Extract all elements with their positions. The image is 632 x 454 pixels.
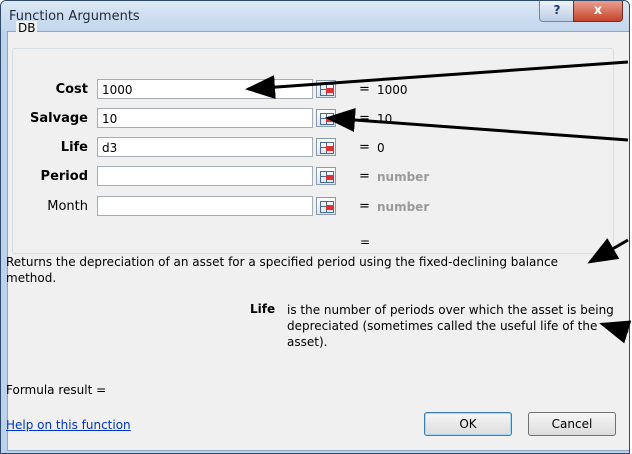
month-equals: = xyxy=(359,199,370,214)
life-equals: = xyxy=(359,140,370,155)
salvage-result: 10 xyxy=(377,112,393,126)
argument-help-text: is the number of periods over which the … xyxy=(287,303,614,349)
function-name-label: DB xyxy=(16,21,38,35)
period-equals: = xyxy=(359,169,370,184)
life-range-selector-button[interactable] xyxy=(316,138,336,156)
period-input[interactable] xyxy=(97,166,313,186)
month-result: number xyxy=(377,200,430,214)
salvage-range-selector-button[interactable] xyxy=(316,109,336,127)
formula-result-label: Formula result = xyxy=(6,383,107,397)
close-button[interactable]: x xyxy=(573,1,623,22)
arg-label-period: Period xyxy=(40,169,88,184)
cost-range-selector-button[interactable] xyxy=(316,80,336,98)
cancel-button[interactable]: Cancel xyxy=(528,412,616,436)
cost-result: 1000 xyxy=(377,83,408,97)
period-range-selector-button[interactable] xyxy=(316,167,336,185)
cost-input[interactable]: 1000 xyxy=(97,79,313,99)
arg-label-life: Life xyxy=(60,140,88,155)
ok-button[interactable]: OK xyxy=(424,412,512,436)
argument-help-name: Life xyxy=(250,302,276,316)
help-on-function-link[interactable]: Help on this function xyxy=(6,418,131,432)
help-title-button[interactable]: ? xyxy=(539,1,575,22)
arg-label-cost: Cost xyxy=(55,82,88,97)
month-range-selector-button[interactable] xyxy=(316,197,336,215)
arg-label-month: Month xyxy=(47,199,88,214)
life-result: 0 xyxy=(377,141,385,155)
month-input[interactable] xyxy=(97,196,313,216)
function-description: Returns the depreciation of an asset for… xyxy=(6,255,558,285)
title-bar[interactable]: Function Arguments ? x xyxy=(1,1,629,31)
function-result-equals: = xyxy=(360,235,371,249)
salvage-equals: = xyxy=(359,111,370,126)
life-input[interactable]: d3 xyxy=(97,137,313,157)
period-result: number xyxy=(377,170,430,184)
cost-equals: = xyxy=(359,82,370,97)
salvage-input[interactable]: 10 xyxy=(97,108,313,128)
arg-label-salvage: Salvage xyxy=(30,111,88,126)
